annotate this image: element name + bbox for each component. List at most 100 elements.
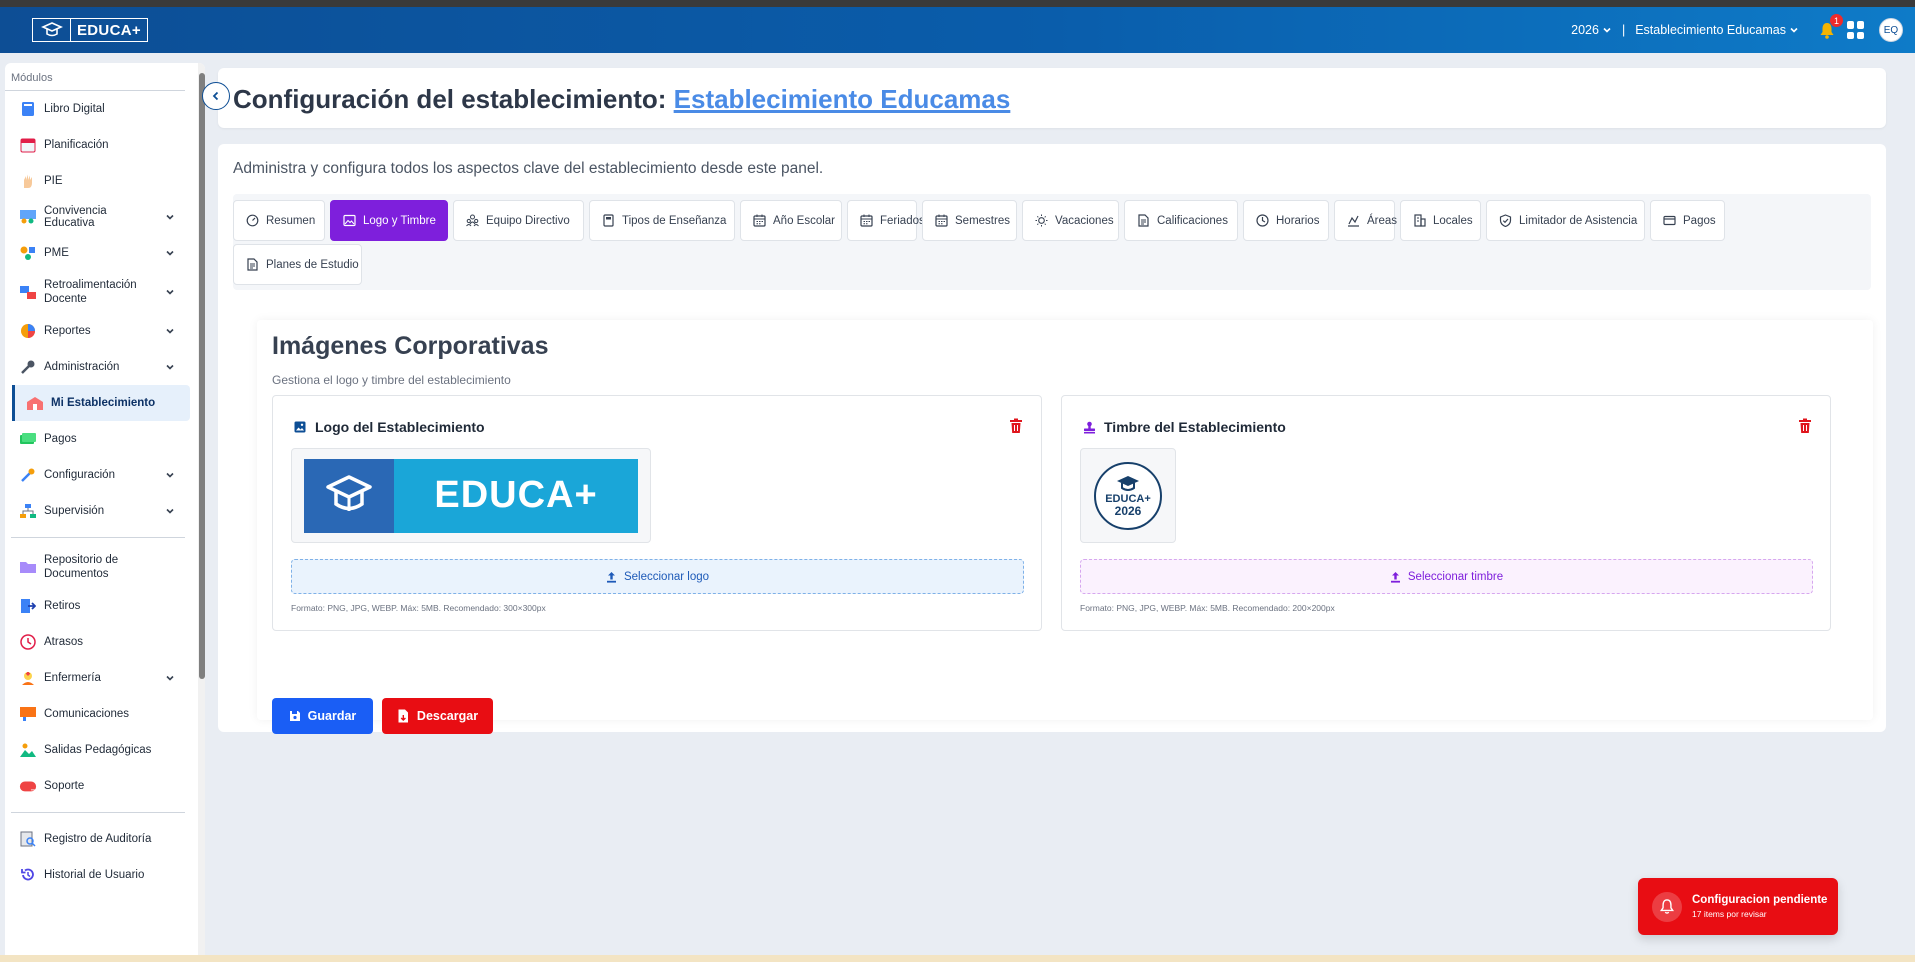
sidebar-item-planificacion[interactable]: Planificación bbox=[5, 127, 185, 163]
collapse-sidebar-button[interactable] bbox=[202, 82, 230, 110]
sidebar-item-label: Enfermería bbox=[44, 672, 101, 684]
audit-icon bbox=[19, 830, 37, 848]
sidebar-item-historial-de-usuario[interactable]: Historial de Usuario bbox=[5, 857, 185, 893]
stamp-year: 2026 bbox=[1114, 503, 1142, 518]
tab-equipo-directivo[interactable]: Equipo Directivo bbox=[453, 200, 584, 241]
feedback-icon bbox=[19, 283, 37, 301]
select-logo-button[interactable]: Seleccionar logo bbox=[291, 559, 1024, 594]
notifications-button[interactable]: 1 bbox=[1817, 14, 1843, 40]
chevron-down-icon bbox=[166, 675, 174, 681]
delete-stamp-trash-icon[interactable] bbox=[1798, 418, 1812, 434]
tab-feriados[interactable]: Feriados bbox=[847, 200, 925, 241]
tab-pagos[interactable]: Pagos bbox=[1650, 200, 1725, 241]
sidebar-item-atrasos[interactable]: Atrasos bbox=[5, 624, 185, 660]
user-avatar[interactable]: EQ bbox=[1879, 18, 1903, 42]
sidebar-item-salidas-pedagogicas[interactable]: Salidas Pedagógicas bbox=[5, 732, 185, 768]
section-subtitle: Gestiona el logo y timbre del establecim… bbox=[272, 373, 511, 387]
sidebar-item-comunicaciones[interactable]: Comunicaciones bbox=[5, 696, 185, 732]
book-icon bbox=[19, 100, 37, 118]
save-label: Guardar bbox=[307, 709, 357, 723]
chevron-down-icon bbox=[166, 328, 174, 334]
toast-text: Configuracion pendiente 17 items por rev… bbox=[1692, 894, 1827, 919]
save-icon bbox=[289, 711, 300, 721]
nurse-icon bbox=[19, 669, 37, 687]
building-icon bbox=[1413, 214, 1426, 227]
sidebar-item-retiros[interactable]: Retiros bbox=[5, 588, 185, 624]
delete-logo-trash-icon[interactable] bbox=[1009, 418, 1023, 434]
sidebar-item-pie[interactable]: PIE bbox=[5, 163, 185, 199]
wrench-icon bbox=[19, 358, 37, 376]
sidebar-item-label: Planificación bbox=[44, 139, 109, 151]
sidebar-item-repositorio-de-documentos[interactable]: Repositorio de Documentos bbox=[5, 546, 185, 588]
tab-label: Pagos bbox=[1683, 214, 1716, 227]
page-header-card: Configuración del establecimiento: Estab… bbox=[218, 68, 1886, 128]
tab-logo-y-timbre[interactable]: Logo y Timbre bbox=[330, 200, 448, 241]
sidebar-section-title: Módulos bbox=[5, 63, 185, 91]
sidebar-item-convivencia-educativa[interactable]: Convivencia Educativa bbox=[5, 199, 185, 235]
tab-horarios[interactable]: Horarios bbox=[1243, 200, 1329, 241]
educa-stamp-image: EDUCA+ 2026 bbox=[1094, 461, 1162, 530]
download-label: Descargar bbox=[416, 709, 479, 723]
graduation-cap-icon bbox=[304, 458, 394, 533]
sidebar-item-label: Registro de Auditoría bbox=[44, 833, 152, 845]
select-stamp-button[interactable]: Seleccionar timbre bbox=[1080, 559, 1813, 594]
tab-areas[interactable]: Áreas bbox=[1334, 200, 1397, 241]
tab-planes-de-estudio[interactable]: Planes de Estudio bbox=[233, 244, 362, 285]
pie-chart-icon bbox=[19, 322, 37, 340]
image-icon bbox=[293, 420, 307, 434]
window-bottom-strip bbox=[0, 955, 1915, 962]
tab-resumen[interactable]: Resumen bbox=[233, 200, 325, 241]
sidebar-item-supervision[interactable]: Supervisión bbox=[5, 493, 185, 529]
shapes-icon bbox=[19, 244, 37, 262]
sidebar: Módulos Libro Digital Planificación PIE Con… bbox=[5, 63, 205, 962]
tab-vacaciones[interactable]: Vacaciones bbox=[1022, 200, 1119, 241]
sidebar-item-administracion[interactable]: Administración bbox=[5, 349, 185, 385]
logo-panel-header: Logo del Establecimiento bbox=[293, 419, 485, 435]
tab-semestres[interactable]: Semestres bbox=[922, 200, 1017, 241]
sidebar-item-pme[interactable]: PME bbox=[5, 235, 185, 271]
tab-limitador-de-asistencia[interactable]: Limitador de Asistencia bbox=[1486, 200, 1645, 241]
tab-label: Vacaciones bbox=[1055, 214, 1114, 227]
sidebar-item-enfermeria[interactable]: Enfermería bbox=[5, 660, 185, 696]
stamp-panel: Timbre del Establecimiento EDUCA+ 2026 S… bbox=[1061, 395, 1831, 631]
tab-locales[interactable]: Locales bbox=[1400, 200, 1481, 241]
chevron-down-icon bbox=[166, 472, 174, 478]
sidebar-item-label: Configuración bbox=[44, 469, 115, 481]
sidebar-item-reportes[interactable]: Reportes bbox=[5, 313, 185, 349]
logo-panel: Logo del Establecimiento EDUCA+ Seleccio… bbox=[272, 395, 1042, 631]
establishment-name: Establecimiento Educamas bbox=[1635, 23, 1786, 37]
tab-label: Locales bbox=[1433, 214, 1473, 227]
sidebar-item-mi-establecimiento[interactable]: Mi Establecimiento bbox=[12, 385, 190, 421]
save-button[interactable]: Guardar bbox=[272, 698, 373, 734]
chevron-down-icon bbox=[1603, 27, 1611, 33]
chevron-down-icon bbox=[166, 289, 174, 295]
apps-grid-icon[interactable] bbox=[1847, 21, 1865, 39]
gauge-icon bbox=[246, 214, 259, 227]
upload-icon bbox=[606, 571, 616, 583]
page-title-prefix: Configuración del establecimiento: bbox=[233, 84, 667, 114]
tab-tipos-de-ensenanza[interactable]: Tipos de Enseñanza bbox=[589, 200, 735, 241]
download-button[interactable]: Descargar bbox=[382, 698, 493, 734]
trip-icon bbox=[19, 741, 37, 759]
sidebar-item-libro-digital[interactable]: Libro Digital bbox=[5, 91, 185, 127]
tab-ano-escolar[interactable]: Año Escolar bbox=[740, 200, 842, 241]
year-selector[interactable]: 2026 bbox=[1571, 23, 1612, 37]
sidebar-item-label: Comunicaciones bbox=[44, 708, 130, 720]
sidebar-item-configuracion[interactable]: Configuración bbox=[5, 457, 185, 493]
pdf-download-icon bbox=[398, 709, 408, 723]
brand-logo[interactable]: EDUCA+ bbox=[32, 18, 148, 42]
tab-calificaciones[interactable]: Calificaciones bbox=[1124, 200, 1238, 241]
chevron-down-icon bbox=[166, 214, 174, 220]
calendar-icon bbox=[935, 214, 948, 227]
sidebar-item-soporte[interactable]: 7 Soporte bbox=[5, 768, 185, 804]
sidebar-scrollbar-thumb[interactable] bbox=[199, 73, 205, 679]
select-logo-label: Seleccionar logo bbox=[623, 570, 710, 583]
window-top-strip bbox=[0, 0, 1915, 7]
sidebar-item-pagos[interactable]: Pagos bbox=[5, 421, 185, 457]
pending-config-toast[interactable]: Configuracion pendiente 17 items por rev… bbox=[1638, 878, 1838, 935]
sidebar-item-retroalimentacion-docente[interactable]: Retroalimentación Docente bbox=[5, 271, 185, 313]
establishment-link[interactable]: Establecimiento Educamas bbox=[674, 84, 1011, 114]
section-title: Imágenes Corporativas bbox=[272, 332, 549, 360]
establishment-selector[interactable]: Establecimiento Educamas bbox=[1635, 23, 1799, 37]
sidebar-item-registro-de-auditoria[interactable]: Registro de Auditoría bbox=[5, 821, 185, 857]
